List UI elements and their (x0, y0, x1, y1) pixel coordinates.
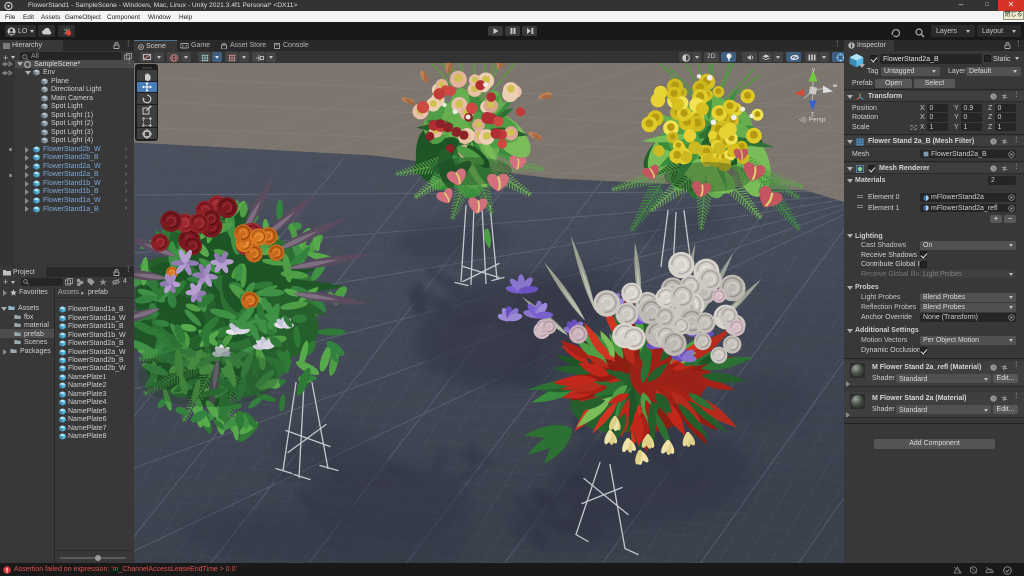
svg-text:?: ? (992, 139, 995, 145)
svg-text:?: ? (992, 396, 995, 402)
svg-text:?: ? (992, 94, 995, 100)
svg-text:?: ? (992, 166, 995, 172)
svg-text:y: y (812, 67, 815, 73)
svg-text:‹◎ Persp: ‹◎ Persp (799, 116, 826, 123)
svg-text:?: ? (992, 365, 995, 371)
